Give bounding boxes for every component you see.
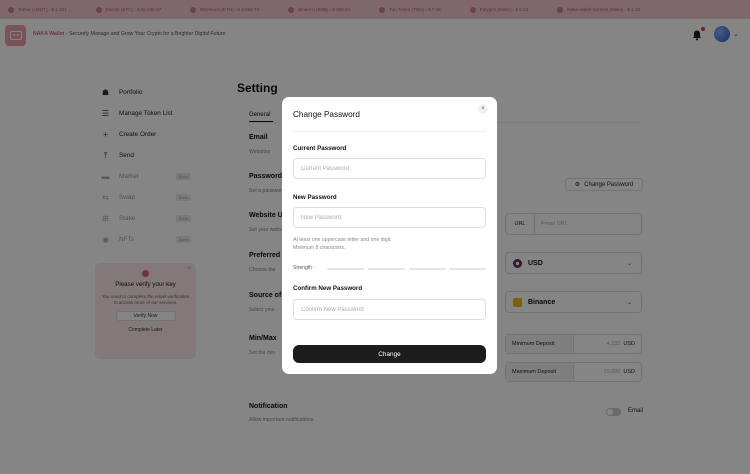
modal-divider <box>293 131 486 132</box>
change-password-modal: Change Password × Current Password New P… <box>282 97 497 374</box>
new-password-label: New Password <box>293 194 337 201</box>
new-password-input[interactable] <box>293 207 486 228</box>
confirm-password-input[interactable] <box>293 299 486 320</box>
strength-bar-segment <box>327 268 364 270</box>
change-password-submit-button[interactable]: Change <box>293 345 486 363</box>
current-password-label: Current Password <box>293 145 347 152</box>
strength-bar-segment <box>368 268 405 270</box>
password-hint: At least one uppercase letter and one di… <box>293 237 392 251</box>
modal-title: Change Password <box>293 110 360 119</box>
current-password-input[interactable] <box>293 158 486 179</box>
strength-label: Strength : <box>293 265 315 271</box>
strength-bar-segment <box>409 268 446 270</box>
confirm-password-label: Confirm New Password <box>293 285 363 292</box>
strength-bar-segment <box>449 268 486 270</box>
close-icon[interactable]: × <box>478 104 488 114</box>
